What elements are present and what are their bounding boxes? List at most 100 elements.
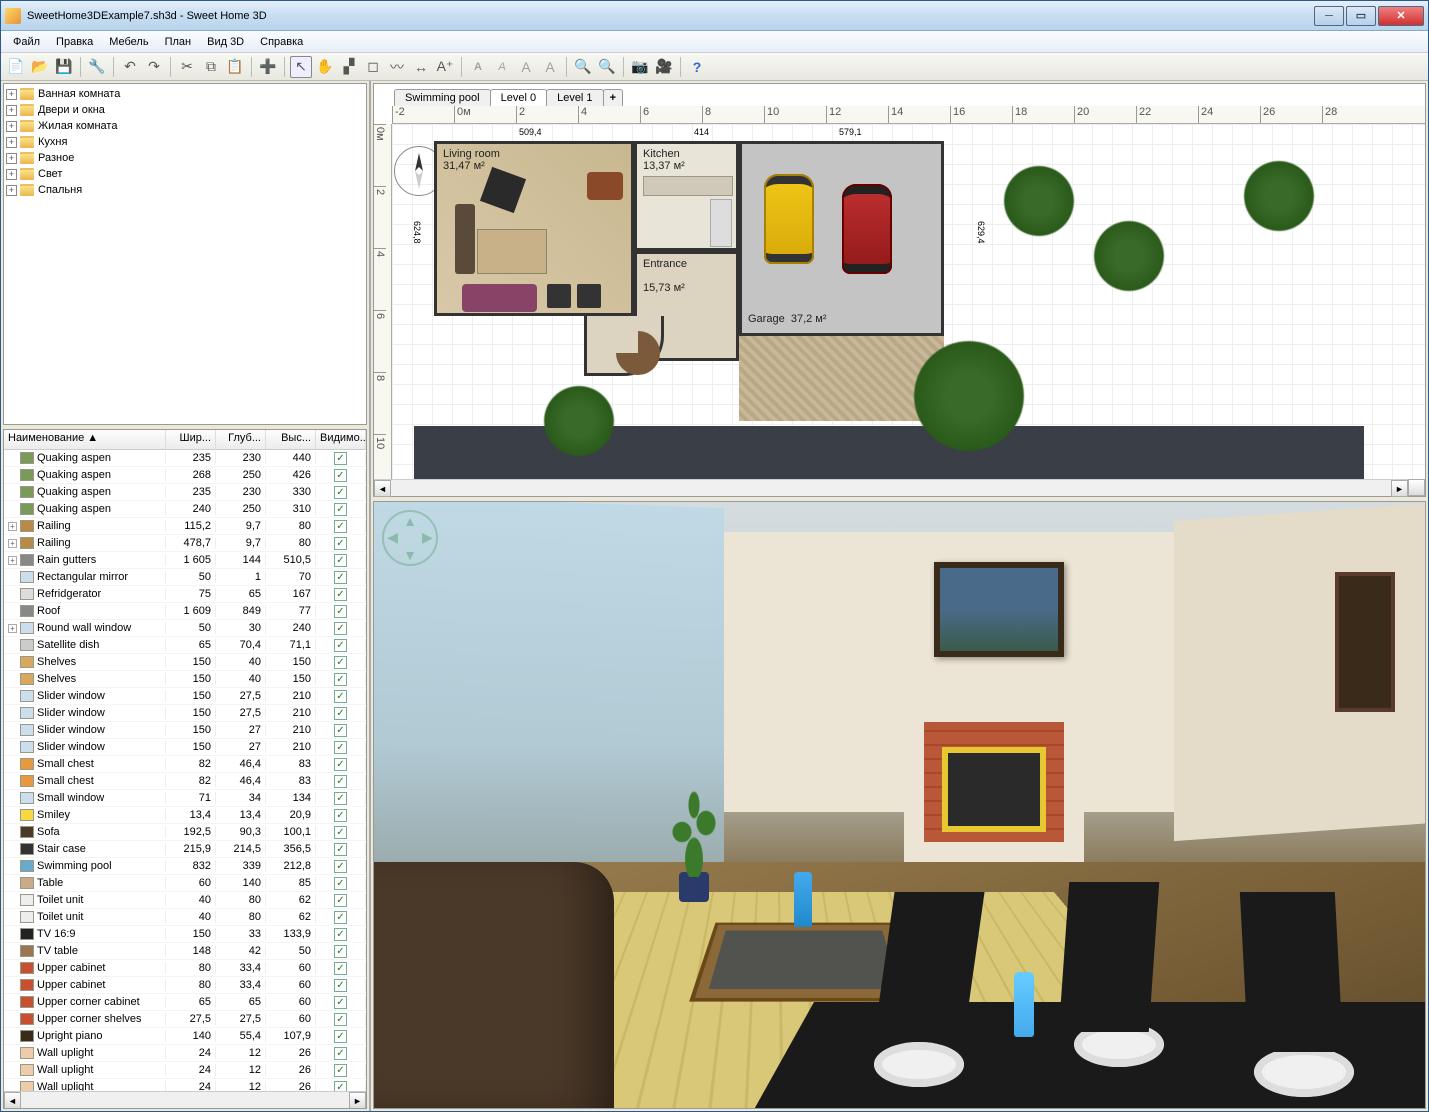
tree-node[interactable]: +Ванная комната: [6, 86, 364, 102]
expand-icon[interactable]: +: [8, 539, 17, 548]
room-tool-icon[interactable]: ◻: [362, 56, 384, 78]
visible-checkbox[interactable]: ✓: [334, 656, 347, 669]
catalog-tree[interactable]: +Ванная комната+Двери и окна+Жилая комна…: [3, 83, 367, 425]
expand-icon[interactable]: +: [6, 105, 17, 116]
menu-file[interactable]: Файл: [5, 34, 48, 50]
add-furniture-icon[interactable]: ➕: [257, 56, 279, 78]
open-icon[interactable]: 📂: [29, 56, 51, 78]
furniture-row[interactable]: Stair case215,9214,5356,5✓: [4, 841, 366, 858]
furniture-row[interactable]: Small chest8246,483✓: [4, 756, 366, 773]
menu-help[interactable]: Справка: [252, 34, 311, 50]
text-italic-icon[interactable]: A: [491, 56, 513, 78]
tab-level-0[interactable]: Level 0: [490, 89, 547, 106]
visible-checkbox[interactable]: ✓: [334, 775, 347, 788]
visible-checkbox[interactable]: ✓: [334, 928, 347, 941]
furniture-row[interactable]: Quaking aspen240250310✓: [4, 501, 366, 518]
visible-checkbox[interactable]: ✓: [334, 622, 347, 635]
furniture-row[interactable]: Upper corner shelves27,527,560✓: [4, 1011, 366, 1028]
expand-icon[interactable]: +: [6, 89, 17, 100]
expand-icon[interactable]: +: [6, 121, 17, 132]
visible-checkbox[interactable]: ✓: [334, 877, 347, 890]
furniture-row[interactable]: TV 16:915033133,9✓: [4, 926, 366, 943]
visible-checkbox[interactable]: ✓: [334, 1030, 347, 1043]
furniture-row[interactable]: Shelves15040150✓: [4, 671, 366, 688]
visible-checkbox[interactable]: ✓: [334, 520, 347, 533]
maximize-button[interactable]: ▭: [1346, 6, 1376, 26]
visible-checkbox[interactable]: ✓: [334, 486, 347, 499]
zoom-out-icon[interactable]: 🔍: [572, 56, 594, 78]
visible-checkbox[interactable]: ✓: [334, 1081, 347, 1092]
furniture-row[interactable]: Small window7134134✓: [4, 790, 366, 807]
close-button[interactable]: ✕: [1378, 6, 1424, 26]
tab-add[interactable]: +: [603, 89, 623, 106]
visible-checkbox[interactable]: ✓: [334, 639, 347, 652]
visible-checkbox[interactable]: ✓: [334, 945, 347, 958]
plan-canvas[interactable]: -20м246810121416182022242628 0м246810 50…: [374, 106, 1425, 479]
furniture-row[interactable]: Wall uplight241226✓: [4, 1045, 366, 1062]
col-visible-header[interactable]: Видимо...: [316, 430, 366, 449]
pan-tool-icon[interactable]: ✋: [314, 56, 336, 78]
furniture-row[interactable]: Quaking aspen268250426✓: [4, 467, 366, 484]
furniture-row[interactable]: Upper cabinet8033,460✓: [4, 960, 366, 977]
tree-node[interactable]: +Разное: [6, 150, 364, 166]
undo-icon[interactable]: ↶: [119, 56, 141, 78]
expand-icon[interactable]: +: [8, 556, 17, 565]
visible-checkbox[interactable]: ✓: [334, 979, 347, 992]
visible-checkbox[interactable]: ✓: [334, 809, 347, 822]
furniture-row[interactable]: TV table1484250✓: [4, 943, 366, 960]
visible-checkbox[interactable]: ✓: [334, 554, 347, 567]
furniture-row[interactable]: Rectangular mirror50170✓: [4, 569, 366, 586]
visible-checkbox[interactable]: ✓: [334, 469, 347, 482]
expand-icon[interactable]: +: [8, 522, 17, 531]
furniture-row[interactable]: +Rain gutters1 605144510,5✓: [4, 552, 366, 569]
expand-icon[interactable]: +: [6, 185, 17, 196]
visible-checkbox[interactable]: ✓: [334, 758, 347, 771]
furniture-row[interactable]: Quaking aspen235230330✓: [4, 484, 366, 501]
expand-icon[interactable]: +: [6, 153, 17, 164]
visible-checkbox[interactable]: ✓: [334, 503, 347, 516]
furniture-list[interactable]: Наименование ▲ Шир... Глуб... Выс... Вид…: [3, 429, 367, 1109]
col-name-header[interactable]: Наименование ▲: [4, 430, 166, 449]
visible-checkbox[interactable]: ✓: [334, 911, 347, 924]
visible-checkbox[interactable]: ✓: [334, 673, 347, 686]
furniture-row[interactable]: Wall uplight241226✓: [4, 1062, 366, 1079]
furniture-header[interactable]: Наименование ▲ Шир... Глуб... Выс... Вид…: [4, 430, 366, 450]
visible-checkbox[interactable]: ✓: [334, 588, 347, 601]
furniture-row[interactable]: Toilet unit408062✓: [4, 892, 366, 909]
visible-checkbox[interactable]: ✓: [334, 537, 347, 550]
wall-tool-icon[interactable]: ▞: [338, 56, 360, 78]
furniture-row[interactable]: +Railing478,79,780✓: [4, 535, 366, 552]
visible-checkbox[interactable]: ✓: [334, 1064, 347, 1077]
furniture-row[interactable]: Refridgerator7565167✓: [4, 586, 366, 603]
polyline-tool-icon[interactable]: 〰: [386, 56, 408, 78]
video-icon[interactable]: 🎥: [653, 56, 675, 78]
zoom-in-icon[interactable]: 🔍: [596, 56, 618, 78]
furniture-row[interactable]: Upper cabinet8033,460✓: [4, 977, 366, 994]
preferences-icon[interactable]: 🔧: [86, 56, 108, 78]
visible-checkbox[interactable]: ✓: [334, 792, 347, 805]
furniture-row[interactable]: Shelves15040150✓: [4, 654, 366, 671]
expand-icon[interactable]: +: [6, 169, 17, 180]
select-tool-icon[interactable]: ↖: [290, 56, 312, 78]
tree-node[interactable]: +Свет: [6, 166, 364, 182]
furniture-row[interactable]: +Railing115,29,780✓: [4, 518, 366, 535]
visible-checkbox[interactable]: ✓: [334, 724, 347, 737]
col-width-header[interactable]: Шир...: [166, 430, 216, 449]
titlebar[interactable]: SweetHome3DExample7.sh3d - Sweet Home 3D…: [1, 1, 1428, 31]
furniture-row[interactable]: Upright piano14055,4107,9✓: [4, 1028, 366, 1045]
visible-checkbox[interactable]: ✓: [334, 894, 347, 907]
col-depth-header[interactable]: Глуб...: [216, 430, 266, 449]
furniture-row[interactable]: Slider window15027210✓: [4, 722, 366, 739]
paste-icon[interactable]: 📋: [224, 56, 246, 78]
visible-checkbox[interactable]: ✓: [334, 826, 347, 839]
furniture-row[interactable]: Satellite dish6570,471,1✓: [4, 637, 366, 654]
tree-node[interactable]: +Жилая комната: [6, 118, 364, 134]
furniture-row[interactable]: Toilet unit408062✓: [4, 909, 366, 926]
furniture-row[interactable]: Swimming pool832339212,8✓: [4, 858, 366, 875]
save-icon[interactable]: 💾: [53, 56, 75, 78]
furniture-row[interactable]: Slider window15027,5210✓: [4, 705, 366, 722]
visible-checkbox[interactable]: ✓: [334, 996, 347, 1009]
menu-edit[interactable]: Правка: [48, 34, 101, 50]
tab-swimming-pool[interactable]: Swimming pool: [394, 89, 491, 106]
menu-plan[interactable]: План: [157, 34, 200, 50]
